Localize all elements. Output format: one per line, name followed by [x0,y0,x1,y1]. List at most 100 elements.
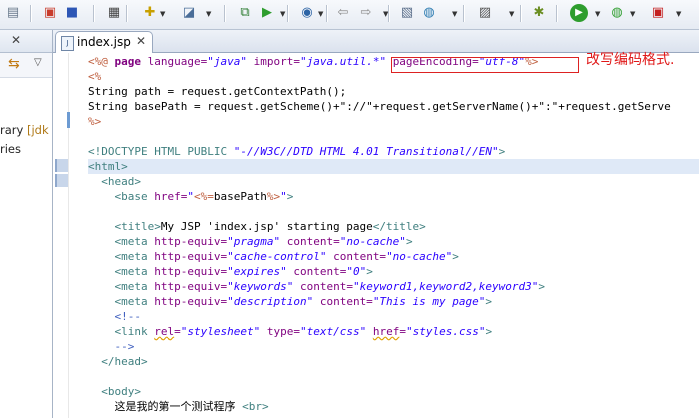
new-wizard-icon[interactable]: ▦ [105,4,123,22]
dropdown-arrow-icon[interactable]: ▼ [509,10,514,18]
code-token: <title> [114,220,161,233]
code-token: content= [293,265,347,278]
dropdown-arrow-icon[interactable]: ▼ [595,10,600,18]
code-token: <meta [114,250,155,263]
server-icon[interactable]: ◪ [180,4,198,22]
code-token: <br> [242,400,269,413]
open-type-icon[interactable]: ⧉ [236,4,254,22]
code-token: http-equiv= [154,295,228,308]
code-token: = [399,325,406,338]
tree-item-decoration: [jdk [26,123,49,137]
code-token: "cache-control" [227,250,327,263]
code-token: import= [253,55,300,68]
annotation-text: 改写编码格式. [586,52,675,68]
code-token: http-equiv= [154,250,228,263]
code-token: <!DOCTYPE HTML PUBLIC [88,145,234,158]
debug-icon[interactable]: ✱ [530,4,548,22]
code-token: " [280,190,287,203]
web-browser-icon[interactable]: ◉ [298,4,316,22]
link-with-editor-icon[interactable]: ⇆ [8,56,20,72]
view-menu-icon[interactable]: ▽ [34,57,42,68]
code-token: > [498,145,506,158]
code-token: basePath [213,190,267,203]
dropdown-arrow-icon[interactable]: ▼ [452,10,457,18]
code-token: <%= [194,190,214,203]
code-token: <%@ [88,55,115,68]
code-line: String basePath = request.getScheme()+":… [88,99,671,114]
code-line: <meta http-equiv="expires" content="0"> [88,264,373,279]
code-token: %> [266,190,281,203]
next-edit-icon[interactable]: ⇨ [357,4,375,22]
code-line: </head> [88,354,147,369]
toolbar-separator [287,5,289,22]
run-icon[interactable]: ▶ [570,4,588,22]
print-icon[interactable]: ■ [63,4,81,22]
dropdown-arrow-icon[interactable]: ▼ [318,10,323,18]
dropdown-arrow-icon[interactable]: ▼ [676,10,681,18]
code-token: rel [154,325,175,338]
code-line: <link rel="stylesheet" type="text/css" h… [88,324,493,339]
code-token: My JSP 'index.jsp' starting page [160,220,373,233]
code-token: "java.util.*" [299,55,387,68]
previous-edit-icon[interactable]: ⇦ [334,4,352,22]
deploy-icon[interactable]: ✚ [141,4,159,22]
toolbar-separator [224,5,226,22]
occurrence-marker [55,159,68,172]
close-icon[interactable]: ✕ [136,34,146,48]
code-token: content= [333,250,387,263]
code-token: <html> [88,160,128,173]
stop-server-icon[interactable]: ▣ [649,4,667,22]
code-line: <body> [88,384,141,399]
dropdown-arrow-icon[interactable]: ▼ [206,10,211,18]
code-token: language= [147,55,208,68]
package-explorer-panel: ✕ ⇆ ▽ rary [jdk ries [0,30,53,418]
code-token: > [485,325,493,338]
annotation-highlight-box [391,57,579,73]
code-token: "expires" [227,265,287,278]
code-token: String basePath = request.getScheme()+":… [88,100,671,113]
code-line: <!DOCTYPE HTML PUBLIC "-//W3C//DTD HTML … [88,144,505,159]
tree-item-label: rary [0,123,27,137]
code-token: "keywords" [227,280,294,293]
code-token: http-equiv= [154,235,228,248]
code-token: <body> [101,385,141,398]
code-line: <html> [88,159,699,174]
run-external-icon[interactable]: ◍ [608,4,626,22]
globe-icon[interactable]: ◍ [420,4,438,22]
code-editor[interactable]: <%@ page language="java" import="java.ut… [88,54,699,418]
dropdown-arrow-icon[interactable]: ▼ [280,10,285,18]
tree-item-jre-library[interactable]: rary [jdk [0,123,49,137]
code-token: 这是我的第一个测试程序 [88,400,243,413]
code-token: <meta [114,235,155,248]
toolbox-icon[interactable]: ▤ [4,4,22,22]
code-line: <meta http-equiv="cache-control" content… [88,249,459,264]
dropdown-arrow-icon[interactable]: ▼ [160,10,165,18]
code-token: <head> [101,175,141,188]
toolbar-separator [30,5,32,22]
code-token: = [174,325,181,338]
code-token: page [114,55,148,68]
open-perspective-icon[interactable]: ▶ [258,4,276,22]
tree-item-libraries[interactable]: ries [0,142,21,156]
code-token: --> [114,340,135,353]
save-all-icon[interactable]: ▣ [41,4,59,22]
code-token: > [405,235,413,248]
code-token: content= [319,295,373,308]
dropdown-arrow-icon[interactable]: ▼ [630,10,635,18]
tab-index-jsp[interactable]: J index.jsp ✕ [55,31,153,53]
open-resource-icon[interactable]: ▧ [398,4,416,22]
close-icon[interactable]: ✕ [11,33,21,47]
main-toolbar: ▤ ▣ ■ ▦ ✚ ◪ ⧉ ▶ ◉ ⇦ ⇨ ▧ ◍ ▨ ✱ ▶ ◍ ▣ ▼ ▼ ▼ ▼ ▼ ▼ ▼ ▼ ▼ ▼ [0,0,699,30]
code-token: http-equiv= [154,265,228,278]
image-icon[interactable]: ▨ [476,4,494,22]
tab-label: index.jsp [77,35,131,49]
